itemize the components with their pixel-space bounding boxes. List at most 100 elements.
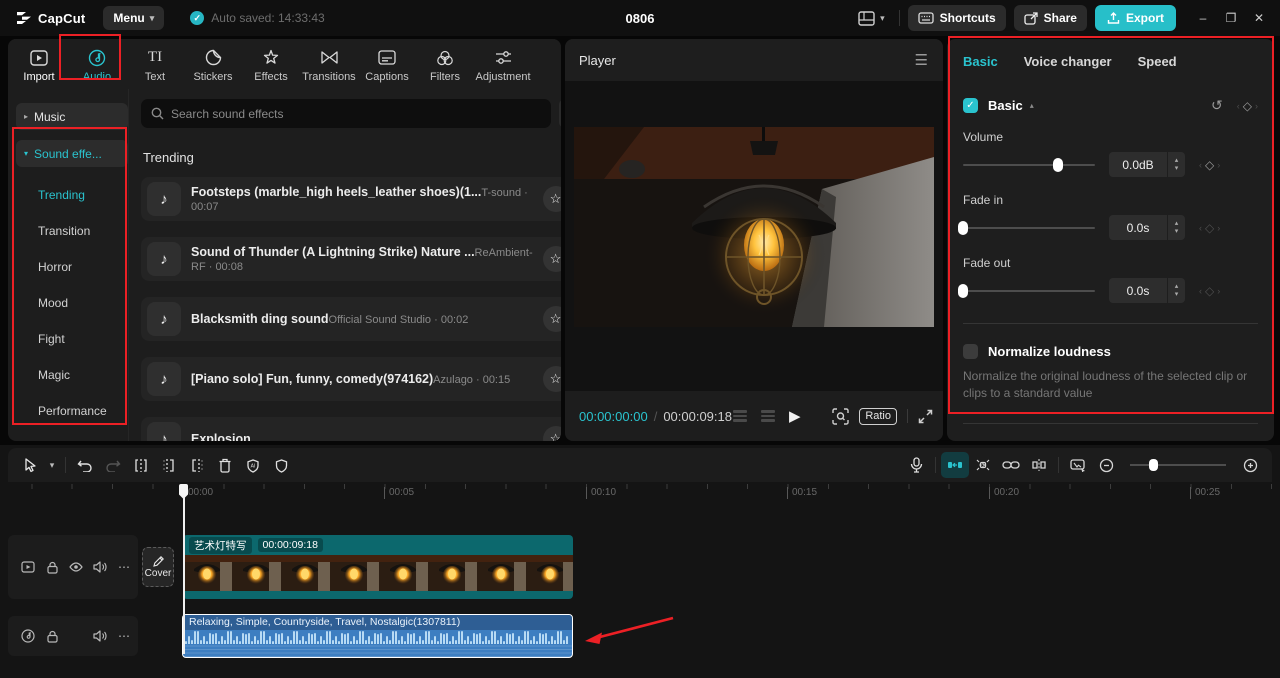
fade-in-value[interactable]: 0.0s bbox=[1109, 215, 1167, 240]
favorite-button[interactable]: ☆ bbox=[542, 306, 561, 332]
sidebar-item-trending[interactable]: Trending bbox=[8, 177, 128, 213]
minimize-button[interactable]: – bbox=[1190, 5, 1216, 31]
menu-button[interactable]: Menu ▾ bbox=[103, 6, 165, 30]
tab-adjustment[interactable]: Adjustment bbox=[474, 46, 532, 83]
tab-text[interactable]: TI Text bbox=[126, 46, 184, 83]
linking-toggle[interactable] bbox=[997, 452, 1025, 478]
timeline-zoom-in-button[interactable] bbox=[1236, 452, 1264, 478]
tab-voice-changer[interactable]: Voice changer bbox=[1024, 54, 1112, 69]
record-voiceover-button[interactable] bbox=[902, 452, 930, 478]
sidebar-item-fight[interactable]: Fight bbox=[8, 321, 128, 357]
keyframe-icon[interactable]: ◇ bbox=[1243, 99, 1252, 113]
tab-captions[interactable]: Captions bbox=[358, 46, 416, 83]
frame-back-icon[interactable] bbox=[733, 410, 747, 422]
tab-basic[interactable]: Basic bbox=[963, 54, 998, 69]
cover-button[interactable]: Cover bbox=[142, 547, 174, 587]
speaker-icon[interactable] bbox=[92, 628, 108, 644]
speaker-icon[interactable] bbox=[92, 559, 108, 575]
close-button[interactable]: ✕ bbox=[1246, 5, 1272, 31]
sidebar-item-sound-effects[interactable]: ▾ Sound effe... bbox=[16, 140, 128, 167]
lock-icon[interactable] bbox=[44, 559, 60, 575]
fade-out-slider[interactable] bbox=[958, 283, 1095, 298]
sidebar-item-transition[interactable]: Transition bbox=[8, 213, 128, 249]
tab-speed[interactable]: Speed bbox=[1138, 54, 1177, 69]
play-button[interactable]: ▶ bbox=[789, 407, 801, 425]
main-track-magnet-toggle[interactable] bbox=[941, 452, 969, 478]
favorite-button[interactable]: ☆ bbox=[542, 426, 561, 441]
undo-button[interactable] bbox=[71, 452, 99, 478]
shortcuts-button[interactable]: Shortcuts bbox=[907, 5, 1006, 31]
tab-effects[interactable]: Effects bbox=[242, 46, 300, 83]
normalize-loudness-checkbox[interactable]: ✓ bbox=[963, 344, 978, 359]
tab-stickers[interactable]: Stickers bbox=[184, 46, 242, 83]
volume-stepper[interactable]: ▴ ▾ bbox=[1167, 152, 1185, 177]
fade-in-slider[interactable] bbox=[958, 220, 1095, 235]
select-tool-dropdown[interactable]: ▾ bbox=[44, 452, 60, 478]
volume-slider[interactable] bbox=[963, 157, 1095, 172]
split-button[interactable] bbox=[127, 452, 155, 478]
more-icon[interactable]: ⋯ bbox=[116, 628, 132, 644]
smart-tools-button[interactable]: AI bbox=[239, 452, 267, 478]
tab-filters[interactable]: Filters bbox=[416, 46, 474, 83]
preview-quality-icon[interactable] bbox=[832, 407, 850, 425]
ratio-button[interactable]: Ratio bbox=[859, 407, 897, 425]
sound-item[interactable]: ♪ [Piano solo] Fun, funny, comedy(974162… bbox=[141, 357, 561, 401]
select-tool-button[interactable] bbox=[16, 452, 44, 478]
keyframe-icon[interactable]: ◇ bbox=[1205, 158, 1214, 172]
preview-axis-button[interactable] bbox=[1064, 452, 1092, 478]
reset-icon[interactable]: ↺ bbox=[1211, 97, 1223, 114]
redo-button[interactable] bbox=[99, 452, 127, 478]
sidebar-item-music[interactable]: ▸ Music bbox=[16, 103, 128, 130]
mute-track-button[interactable] bbox=[267, 452, 295, 478]
tab-audio[interactable]: Audio bbox=[68, 46, 126, 83]
audio-clip-selected[interactable]: Relaxing, Simple, Countryside, Travel, N… bbox=[182, 614, 573, 658]
sidebar-item-magic[interactable]: Magic bbox=[8, 357, 128, 393]
sound-item[interactable]: ♪ Blacksmith ding soundOfficial Sound St… bbox=[141, 297, 561, 341]
sidebar-item-musical-instruments[interactable]: Musical inst... bbox=[8, 429, 128, 441]
timeline-zoom-out-button[interactable] bbox=[1092, 452, 1120, 478]
tab-import[interactable]: Import bbox=[10, 46, 68, 83]
sidebar-item-mood[interactable]: Mood bbox=[8, 285, 128, 321]
volume-value[interactable]: 0.0dB bbox=[1109, 152, 1167, 177]
share-button[interactable]: Share bbox=[1013, 5, 1087, 31]
keyframe-next-icon[interactable]: › bbox=[1255, 101, 1258, 111]
sidebar-item-performance[interactable]: Performance bbox=[8, 393, 128, 429]
favorite-button[interactable]: ☆ bbox=[542, 246, 561, 272]
more-icon[interactable]: ⋯ bbox=[116, 559, 132, 575]
mirror-clip-button[interactable] bbox=[1025, 452, 1053, 478]
delete-button[interactable] bbox=[211, 452, 239, 478]
maximize-button[interactable]: ❐ bbox=[1218, 5, 1244, 31]
fade-out-stepper[interactable]: ▴ ▾ bbox=[1167, 278, 1185, 303]
layout-switch-button[interactable]: ▾ bbox=[852, 8, 891, 29]
video-clip[interactable]: 艺术灯特写 00:00:09:18 bbox=[183, 535, 573, 599]
delete-left-button[interactable] bbox=[155, 452, 183, 478]
sound-item[interactable]: ♪ Footsteps (marble_high heels_leather s… bbox=[141, 177, 561, 221]
fade-in-stepper[interactable]: ▴ ▾ bbox=[1167, 215, 1185, 240]
player-menu-icon[interactable]: ☰ bbox=[915, 51, 929, 69]
export-button[interactable]: Export bbox=[1094, 5, 1176, 31]
timeline-zoom-slider[interactable] bbox=[1130, 458, 1226, 472]
fade-in-label: Fade in bbox=[963, 193, 1004, 207]
lock-icon[interactable] bbox=[44, 628, 60, 644]
eye-icon[interactable] bbox=[68, 559, 84, 575]
fullscreen-icon[interactable] bbox=[918, 409, 933, 424]
sidebar-item-horror[interactable]: Horror bbox=[8, 249, 128, 285]
sound-item[interactable]: ♪ Explosion ☆⤓ bbox=[141, 417, 561, 441]
keyframe-icon[interactable]: ◇ bbox=[1205, 284, 1214, 298]
frame-forward-icon[interactable] bbox=[761, 410, 775, 422]
auto-snap-toggle[interactable] bbox=[969, 452, 997, 478]
tab-transitions[interactable]: Transitions bbox=[300, 46, 358, 83]
favorite-button[interactable]: ☆ bbox=[542, 366, 561, 392]
keyframe-icon[interactable]: ◇ bbox=[1205, 221, 1214, 235]
favorite-button[interactable]: ☆ bbox=[542, 186, 561, 212]
collapse-icon[interactable]: ▴ bbox=[1030, 101, 1034, 110]
playhead[interactable] bbox=[179, 484, 188, 654]
basic-checkbox[interactable]: ✓ bbox=[963, 98, 978, 113]
keyframe-prev-icon[interactable]: ‹ bbox=[1237, 101, 1240, 111]
search-input[interactable] bbox=[171, 106, 542, 121]
delete-right-button[interactable] bbox=[183, 452, 211, 478]
fade-out-value[interactable]: 0.0s bbox=[1109, 278, 1167, 303]
sound-item[interactable]: ♪ Sound of Thunder (A Lightning Strike) … bbox=[141, 237, 561, 281]
filter-button[interactable]: All bbox=[559, 99, 561, 128]
timeline-ruler[interactable]: 00:00 00:05 00:10 00:15 00:20 00:25 bbox=[0, 484, 1280, 504]
